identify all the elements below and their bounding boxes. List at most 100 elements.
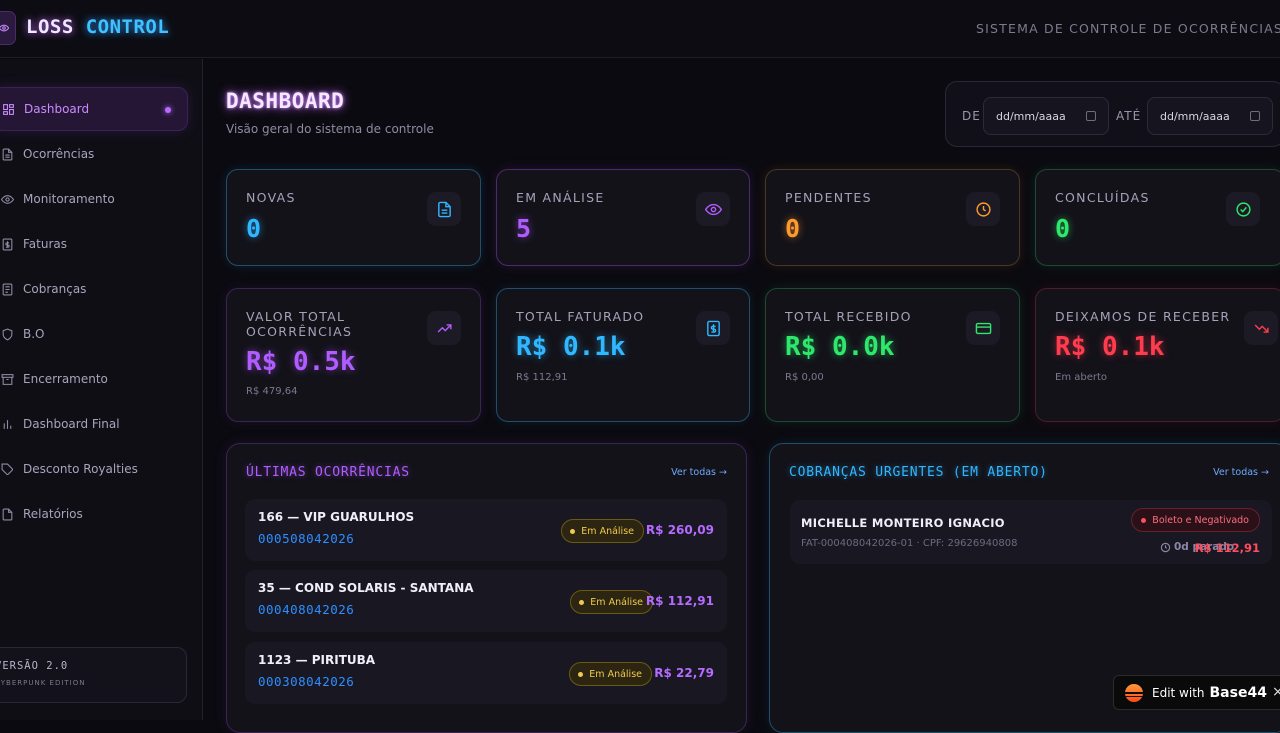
total-value: R$ 0.5k [246,347,356,377]
stat-label: EM ANÁLISE [516,190,605,205]
trending-up-icon [427,311,461,345]
date-from-label: DE [962,109,981,123]
clock-icon [966,192,1000,226]
ver-todas-link[interactable]: Ver todas → [671,467,727,478]
sidebar-item-cobrancas[interactable]: Cobranças [0,267,188,311]
eye-icon [696,192,730,226]
list-item[interactable]: MICHELLE MONTEIRO IGNACIO FAT-0004080420… [790,500,1272,564]
stat-card-novas[interactable]: NOVAS 0 [226,169,481,266]
total-sub: Em aberto [1055,372,1108,383]
sidebar-item-bo[interactable]: B.O [0,312,188,356]
ver-todas-link[interactable]: Ver todas → [1213,467,1269,478]
brand-part2: CONTROL [85,16,170,38]
sidebar-item-label: Encerramento [23,372,108,386]
dollar-file-icon [0,237,14,251]
stat-label: CONCLUÍDAS [1055,190,1150,205]
logo-badge[interactable] [0,11,16,45]
list-item[interactable]: 166 — VIP GUARULHOS 000508042026 Em Anál… [245,499,727,561]
sidebar-item-label: Desconto Royalties [23,462,138,476]
calendar-icon[interactable] [1086,111,1096,121]
ocorrencia-code[interactable]: 000508042026 [258,531,354,546]
close-icon[interactable]: × [1272,684,1280,700]
clock-icon [1160,542,1171,552]
ocorrencia-value: R$ 112,91 [645,594,714,608]
sidebar-item-label: Monitoramento [23,192,115,206]
cliente-name: MICHELLE MONTEIRO IGNACIO [801,516,1005,530]
total-label: TOTAL FATURADO [516,309,645,324]
date-from-placeholder: dd/mm/aaaa [996,109,1066,123]
check-circle-icon [1226,192,1260,226]
list-icon [0,282,14,296]
grid-icon [1,102,15,116]
sidebar-item-label: Ocorrências [23,147,95,161]
date-filter: DE dd/mm/aaaa ATÉ dd/mm/aaaa [945,81,1280,147]
stat-card-pendentes[interactable]: PENDENTES 0 [765,169,1020,266]
sidebar-item-ocorrencias[interactable]: Ocorrências [0,132,188,176]
status-badge: Boleto e Negativado [1131,508,1260,532]
total-card-recebido[interactable]: TOTAL RECEBIDO R$ 0.0k R$ 0,00 [765,288,1020,422]
ocorrencia-value: R$ 22,79 [654,666,714,680]
stat-value: 5 [516,214,532,243]
status-badge: Em Análise [561,519,644,543]
cobranca-value: R$ 112,91 [1194,541,1260,555]
shield-icon [0,327,14,341]
stat-card-concluidas[interactable]: CONCLUÍDAS 0 [1035,169,1280,266]
stat-card-em-analise[interactable]: EM ANÁLISE 5 [496,169,750,266]
ocorrencia-code[interactable]: 000308042026 [258,674,354,689]
total-label: VALOR TOTAL OCORRÊNCIAS [246,309,353,339]
stat-label: NOVAS [246,190,296,205]
stat-value: 0 [785,214,801,243]
sidebar-item-faturas[interactable]: Faturas [0,222,188,266]
date-to-input[interactable]: dd/mm/aaaa [1147,97,1273,135]
tag-icon [0,462,14,476]
trending-down-icon [1244,311,1278,345]
fatura-meta: FAT-000408042026-01 · CPF: 29626940808 [801,538,1018,549]
status-badge: Em Análise [569,662,652,686]
dollar-file-icon [696,311,730,345]
archive-icon [0,372,14,386]
brand-logo[interactable]: LOSS CONTROL [26,16,169,38]
total-sub: R$ 0,00 [785,372,824,383]
ocorrencia-code[interactable]: 000408042026 [258,602,354,617]
ocorrencia-title: 166 — VIP GUARULHOS [258,510,415,524]
top-bar: LOSS CONTROL SISTEMA DE CONTROLE DE OCOR… [0,0,1280,58]
panel-title: COBRANÇAS URGENTES (EM ABERTO) [789,465,1048,480]
sidebar-item-relatorios[interactable]: Relatórios [0,492,188,536]
total-card-valor-ocorrencias[interactable]: VALOR TOTAL OCORRÊNCIAS R$ 0.5k R$ 479,6… [226,288,481,422]
report-icon [0,507,14,521]
date-from-input[interactable]: dd/mm/aaaa [983,97,1109,135]
calendar-icon[interactable] [1250,111,1260,121]
page-title: DASHBOARD [226,89,345,113]
total-value: R$ 0.1k [516,332,626,362]
stat-value: 0 [246,214,262,243]
sidebar-item-dashboard[interactable]: Dashboard [0,87,188,131]
edit-with-base44-badge[interactable]: Edit with Base44 × [1113,675,1280,710]
version-box: VERSÃO 2.0 CYBERPUNK EDITION [0,647,187,703]
sidebar-item-label: Relatórios [23,507,83,521]
ocorrencia-value: R$ 260,09 [645,523,714,537]
sidebar-item-dashboard-final[interactable]: Dashboard Final [0,402,188,446]
ocorrencia-title: 35 — COND SOLARIS - SANTANA [258,581,474,595]
date-to-placeholder: dd/mm/aaaa [1160,109,1230,123]
sidebar-item-label: Cobranças [23,282,87,296]
page-subtitle: Visão geral do sistema de controle [226,122,434,136]
sidebar-item-desconto-royalties[interactable]: Desconto Royalties [0,447,188,491]
sidebar: Dashboard Ocorrências Monitoramento Fatu… [0,59,203,720]
total-card-deixamos-receber[interactable]: DEIXAMOS DE RECEBER R$ 0.1k Em aberto [1035,288,1280,422]
active-dot [165,107,171,113]
total-card-faturado[interactable]: TOTAL FATURADO R$ 0.1k R$ 112,91 [496,288,750,422]
base44-prefix: Edit with [1152,685,1205,700]
stat-label: PENDENTES [785,190,872,205]
sidebar-item-label: Dashboard [24,102,90,116]
sidebar-item-monitoramento[interactable]: Monitoramento [0,177,188,221]
sidebar-item-encerramento[interactable]: Encerramento [0,357,188,401]
list-item[interactable]: 35 — COND SOLARIS - SANTANA 000408042026… [245,570,727,632]
file-icon [427,192,461,226]
list-item[interactable]: 1123 — PIRITUBA 000308042026 Em Análise … [245,642,727,704]
total-label: DEIXAMOS DE RECEBER [1055,309,1231,324]
sidebar-item-label: Dashboard Final [23,417,120,431]
total-label: TOTAL RECEBIDO [785,309,912,324]
base44-name: Base44 [1209,684,1267,701]
edition-label: CYBERPUNK EDITION [0,679,86,687]
total-value: R$ 0.1k [1055,332,1165,362]
